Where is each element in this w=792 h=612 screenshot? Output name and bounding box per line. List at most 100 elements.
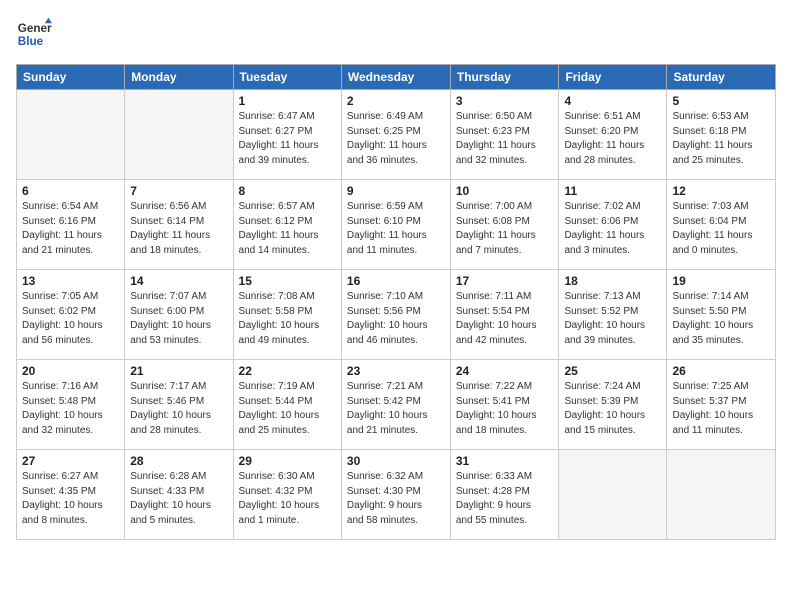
day-number: 29 xyxy=(239,454,336,468)
calendar-week-1: 1Sunrise: 6:47 AM Sunset: 6:27 PM Daylig… xyxy=(17,90,776,180)
calendar-cell: 24 Sunrise: 7:22 AM Sunset: 5:41 PM Dayli… xyxy=(450,360,559,450)
calendar-cell xyxy=(559,450,667,540)
calendar-cell: 4 Sunrise: 6:51 AM Sunset: 6:20 PM Daylig… xyxy=(559,90,667,180)
calendar-cell: 2Sunrise: 6:49 AM Sunset: 6:25 PM Daylig… xyxy=(341,90,450,180)
calendar-cell: 17 Sunrise: 7:11 AM Sunset: 5:54 PM Dayli… xyxy=(450,270,559,360)
calendar-week-5: 27 Sunrise: 6:27 AM Sunset: 4:35 PM Dayli… xyxy=(17,450,776,540)
calendar-cell: 12 Sunrise: 7:03 AM Sunset: 6:04 PM Dayli… xyxy=(667,180,776,270)
calendar-cell: 21Sunrise: 7:17 AM Sunset: 5:46 PM Dayli… xyxy=(125,360,233,450)
day-info: Sunrise: 6:27 AM Sunset: 4:35 PM Dayligh… xyxy=(22,470,119,528)
day-info: Sunrise: 6:33 AM Sunset: 4:28 PM Dayligh… xyxy=(456,470,554,528)
day-number: 15 xyxy=(239,274,336,288)
svg-text:Blue: Blue xyxy=(18,35,44,48)
day-info: Sunrise: 6:30 AM Sunset: 4:32 PM Dayligh… xyxy=(239,470,336,528)
calendar-cell: 14Sunrise: 7:07 AM Sunset: 6:00 PM Dayli… xyxy=(125,270,233,360)
calendar-cell: 19 Sunrise: 7:14 AM Sunset: 5:50 PM Dayli… xyxy=(667,270,776,360)
calendar-header-tuesday: Tuesday xyxy=(233,65,341,90)
calendar-table: SundayMondayTuesdayWednesdayThursdayFrid… xyxy=(16,64,776,540)
day-number: 25 xyxy=(564,364,661,378)
calendar-cell: 22 Sunrise: 7:19 AM Sunset: 5:44 PM Dayli… xyxy=(233,360,341,450)
day-number: 17 xyxy=(456,274,554,288)
day-info: Sunrise: 7:14 AM Sunset: 5:50 PM Dayligh… xyxy=(672,290,770,348)
logo-icon: General Blue xyxy=(16,16,52,52)
day-number: 8 xyxy=(239,184,336,198)
day-info: Sunrise: 7:03 AM Sunset: 6:04 PM Dayligh… xyxy=(672,200,770,258)
calendar-cell xyxy=(17,90,125,180)
logo: General Blue xyxy=(16,16,56,52)
day-info: Sunrise: 7:07 AM Sunset: 6:00 PM Dayligh… xyxy=(130,290,227,348)
day-info: Sunrise: 6:53 AM Sunset: 6:18 PM Dayligh… xyxy=(672,110,770,168)
day-info: Sunrise: 6:54 AM Sunset: 6:16 PM Dayligh… xyxy=(22,200,119,258)
day-info: Sunrise: 6:56 AM Sunset: 6:14 PM Dayligh… xyxy=(130,200,227,258)
day-number: 1 xyxy=(239,94,336,108)
day-info: Sunrise: 7:13 AM Sunset: 5:52 PM Dayligh… xyxy=(564,290,661,348)
day-number: 24 xyxy=(456,364,554,378)
calendar-week-4: 20Sunrise: 7:16 AM Sunset: 5:48 PM Dayli… xyxy=(17,360,776,450)
calendar-cell: 23 Sunrise: 7:21 AM Sunset: 5:42 PM Dayli… xyxy=(341,360,450,450)
day-number: 19 xyxy=(672,274,770,288)
day-number: 27 xyxy=(22,454,119,468)
calendar-header-sunday: Sunday xyxy=(17,65,125,90)
day-number: 30 xyxy=(347,454,445,468)
day-info: Sunrise: 7:05 AM Sunset: 6:02 PM Dayligh… xyxy=(22,290,119,348)
day-number: 3 xyxy=(456,94,554,108)
day-number: 20 xyxy=(22,364,119,378)
calendar-cell: 25Sunrise: 7:24 AM Sunset: 5:39 PM Dayli… xyxy=(559,360,667,450)
day-info: Sunrise: 6:49 AM Sunset: 6:25 PM Dayligh… xyxy=(347,110,445,168)
day-number: 23 xyxy=(347,364,445,378)
day-number: 4 xyxy=(564,94,661,108)
calendar-cell: 15 Sunrise: 7:08 AM Sunset: 5:58 PM Dayli… xyxy=(233,270,341,360)
day-number: 10 xyxy=(456,184,554,198)
day-number: 22 xyxy=(239,364,336,378)
calendar-cell: 29 Sunrise: 6:30 AM Sunset: 4:32 PM Dayli… xyxy=(233,450,341,540)
svg-text:General: General xyxy=(18,22,52,35)
calendar-cell: 8 Sunrise: 6:57 AM Sunset: 6:12 PM Daylig… xyxy=(233,180,341,270)
calendar-cell: 16Sunrise: 7:10 AM Sunset: 5:56 PM Dayli… xyxy=(341,270,450,360)
day-number: 18 xyxy=(564,274,661,288)
day-number: 28 xyxy=(130,454,227,468)
day-info: Sunrise: 7:11 AM Sunset: 5:54 PM Dayligh… xyxy=(456,290,554,348)
day-info: Sunrise: 7:00 AM Sunset: 6:08 PM Dayligh… xyxy=(456,200,554,258)
calendar-cell: 3Sunrise: 6:50 AM Sunset: 6:23 PM Daylig… xyxy=(450,90,559,180)
day-info: Sunrise: 6:57 AM Sunset: 6:12 PM Dayligh… xyxy=(239,200,336,258)
day-number: 12 xyxy=(672,184,770,198)
calendar-header-friday: Friday xyxy=(559,65,667,90)
day-number: 31 xyxy=(456,454,554,468)
calendar-cell: 20Sunrise: 7:16 AM Sunset: 5:48 PM Dayli… xyxy=(17,360,125,450)
day-number: 7 xyxy=(130,184,227,198)
calendar-cell: 6 Sunrise: 6:54 AM Sunset: 6:16 PM Daylig… xyxy=(17,180,125,270)
calendar-cell: 13 Sunrise: 7:05 AM Sunset: 6:02 PM Dayli… xyxy=(17,270,125,360)
calendar-header-saturday: Saturday xyxy=(667,65,776,90)
calendar-cell: 27 Sunrise: 6:27 AM Sunset: 4:35 PM Dayli… xyxy=(17,450,125,540)
calendar-cell xyxy=(667,450,776,540)
calendar-cell: 18 Sunrise: 7:13 AM Sunset: 5:52 PM Dayli… xyxy=(559,270,667,360)
calendar-cell: 11Sunrise: 7:02 AM Sunset: 6:06 PM Dayli… xyxy=(559,180,667,270)
day-number: 6 xyxy=(22,184,119,198)
calendar-header-thursday: Thursday xyxy=(450,65,559,90)
calendar-week-2: 6 Sunrise: 6:54 AM Sunset: 6:16 PM Daylig… xyxy=(17,180,776,270)
calendar-cell: 10 Sunrise: 7:00 AM Sunset: 6:08 PM Dayli… xyxy=(450,180,559,270)
calendar-cell: 31 Sunrise: 6:33 AM Sunset: 4:28 PM Dayli… xyxy=(450,450,559,540)
calendar-cell: 30Sunrise: 6:32 AM Sunset: 4:30 PM Dayli… xyxy=(341,450,450,540)
calendar-cell: 1Sunrise: 6:47 AM Sunset: 6:27 PM Daylig… xyxy=(233,90,341,180)
day-info: Sunrise: 7:02 AM Sunset: 6:06 PM Dayligh… xyxy=(564,200,661,258)
day-info: Sunrise: 7:21 AM Sunset: 5:42 PM Dayligh… xyxy=(347,380,445,438)
day-info: Sunrise: 7:25 AM Sunset: 5:37 PM Dayligh… xyxy=(672,380,770,438)
calendar-header-row: SundayMondayTuesdayWednesdayThursdayFrid… xyxy=(17,65,776,90)
page-header: General Blue xyxy=(16,16,776,52)
day-info: Sunrise: 6:28 AM Sunset: 4:33 PM Dayligh… xyxy=(130,470,227,528)
calendar-cell xyxy=(125,90,233,180)
day-number: 13 xyxy=(22,274,119,288)
calendar-week-3: 13 Sunrise: 7:05 AM Sunset: 6:02 PM Dayli… xyxy=(17,270,776,360)
calendar-header-wednesday: Wednesday xyxy=(341,65,450,90)
day-info: Sunrise: 6:51 AM Sunset: 6:20 PM Dayligh… xyxy=(564,110,661,168)
day-info: Sunrise: 7:19 AM Sunset: 5:44 PM Dayligh… xyxy=(239,380,336,438)
day-number: 21 xyxy=(130,364,227,378)
calendar-cell: 9Sunrise: 6:59 AM Sunset: 6:10 PM Daylig… xyxy=(341,180,450,270)
day-info: Sunrise: 7:22 AM Sunset: 5:41 PM Dayligh… xyxy=(456,380,554,438)
day-info: Sunrise: 7:08 AM Sunset: 5:58 PM Dayligh… xyxy=(239,290,336,348)
day-number: 26 xyxy=(672,364,770,378)
day-number: 9 xyxy=(347,184,445,198)
calendar-cell: 5Sunrise: 6:53 AM Sunset: 6:18 PM Daylig… xyxy=(667,90,776,180)
calendar-cell: 7 Sunrise: 6:56 AM Sunset: 6:14 PM Daylig… xyxy=(125,180,233,270)
